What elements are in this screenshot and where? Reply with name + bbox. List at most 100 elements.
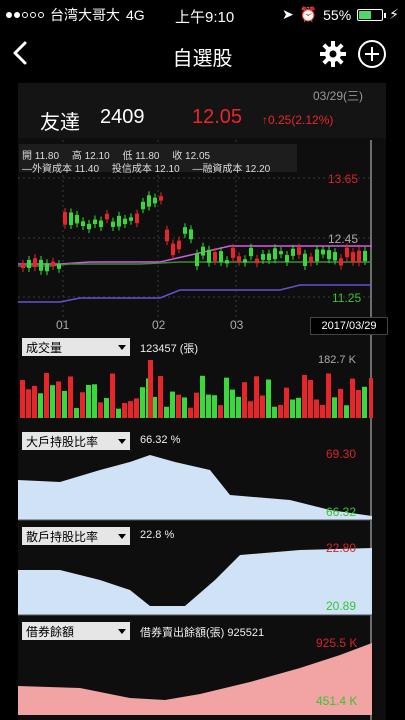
big-holder-info: 66.32 % [140, 434, 181, 446]
candle-body [225, 260, 229, 264]
volume-bar [62, 390, 67, 418]
candle-body [339, 258, 343, 266]
volume-bar [110, 373, 115, 418]
volume-bar [50, 385, 55, 418]
volume-bar [116, 408, 121, 418]
volume-bar [92, 384, 97, 418]
volume-bar [290, 399, 295, 418]
short-top: 925.5 K [316, 636, 358, 650]
volume-bar [230, 389, 235, 418]
volume-bar [266, 379, 271, 418]
candle-body [309, 256, 313, 263]
dropdown-caret-icon [118, 533, 126, 539]
volume-info: 123457 (張) [140, 343, 199, 355]
margin-cost-line [18, 284, 372, 303]
dropdown-caret-icon [118, 344, 126, 350]
candle-body [69, 212, 73, 226]
volume-bar [326, 373, 331, 418]
volume-bar [164, 406, 169, 418]
volume-bar [170, 391, 175, 418]
volume-bar [86, 384, 91, 418]
candle-body [189, 229, 193, 240]
candle-body [297, 247, 301, 255]
candle-body [135, 213, 139, 224]
candle-body [363, 250, 367, 262]
volume-bar [134, 398, 139, 418]
price-axis-top: 13.65 [328, 172, 359, 186]
candle-body [75, 214, 79, 224]
candle-body [27, 259, 31, 268]
trust-cost: 投信成本 12.10 [111, 164, 180, 175]
candle-body [177, 240, 181, 250]
candle-body [249, 247, 253, 257]
candle-body [213, 252, 217, 261]
volume-select[interactable]: 成交量 [22, 338, 130, 356]
candle-body [255, 258, 259, 264]
candle-body [291, 248, 295, 256]
candle-body [141, 201, 145, 210]
volume-bar [296, 397, 301, 418]
volume-bar [314, 399, 319, 418]
candle-body [273, 248, 277, 260]
candle-body [261, 254, 265, 260]
short-bottom: 451.4 K [316, 694, 358, 708]
candle-body [333, 252, 337, 261]
volume-bar [206, 394, 211, 418]
candle-body [285, 254, 289, 263]
margin-cost: —融資成本 12.20 [192, 164, 271, 175]
volume-bar [80, 392, 85, 418]
volume-bar [148, 360, 153, 418]
volume-bar [362, 386, 367, 418]
volume-bar [320, 404, 325, 418]
big-holder-top: 69.30 [326, 447, 357, 461]
volume-bar [248, 401, 253, 418]
volume-bar [242, 382, 247, 418]
retail-bottom: 20.89 [326, 599, 357, 613]
volume-bar [32, 385, 37, 418]
short-select[interactable]: 借券餘額 [22, 622, 130, 640]
candle-body [207, 249, 211, 263]
candle-body [303, 253, 307, 267]
price-axis-bottom: 11.25 [332, 291, 362, 305]
candle-body [57, 264, 61, 269]
x-tick-03: 03 [230, 318, 244, 332]
volume-bar [200, 375, 205, 418]
short-info: 借券賣出餘額(張) 925521 [140, 627, 265, 639]
volume-bar [332, 397, 337, 418]
candle-body [315, 249, 319, 262]
volume-bar [182, 397, 187, 418]
candle-body [39, 259, 43, 271]
candle-body [165, 229, 169, 242]
candle-body [111, 221, 115, 227]
dropdown-caret-icon [118, 438, 126, 444]
volume-bar [104, 398, 109, 418]
dropdown-caret-icon [118, 628, 126, 634]
candle-body [327, 250, 331, 260]
volume-bar [212, 395, 217, 418]
big-holder-select[interactable]: 大戶持股比率 [22, 432, 130, 450]
candle-body [99, 220, 103, 228]
price-axis-mid: 12.45 [328, 232, 359, 246]
candle-body [63, 212, 67, 225]
volume-bar [44, 373, 49, 418]
candle-body [279, 251, 283, 255]
volume-bar [302, 375, 307, 418]
retail-info: 22.8 % [140, 529, 175, 541]
candle-body [243, 259, 247, 263]
volume-bar [344, 405, 349, 418]
candle-body [237, 256, 241, 262]
candle-body [123, 218, 127, 224]
volume-bar [194, 392, 199, 418]
candle-body [33, 258, 37, 268]
retail-select[interactable]: 散戶持股比率 [22, 527, 130, 545]
candle-body [81, 221, 85, 227]
candle-body [105, 213, 109, 220]
candle-body [171, 243, 175, 256]
volume-bar [308, 379, 313, 418]
candle-body [321, 249, 325, 255]
candle-body [219, 251, 223, 263]
volume-bar [122, 403, 127, 418]
candle-body [357, 250, 361, 263]
candle-body [267, 253, 271, 261]
candle-body [129, 217, 133, 221]
